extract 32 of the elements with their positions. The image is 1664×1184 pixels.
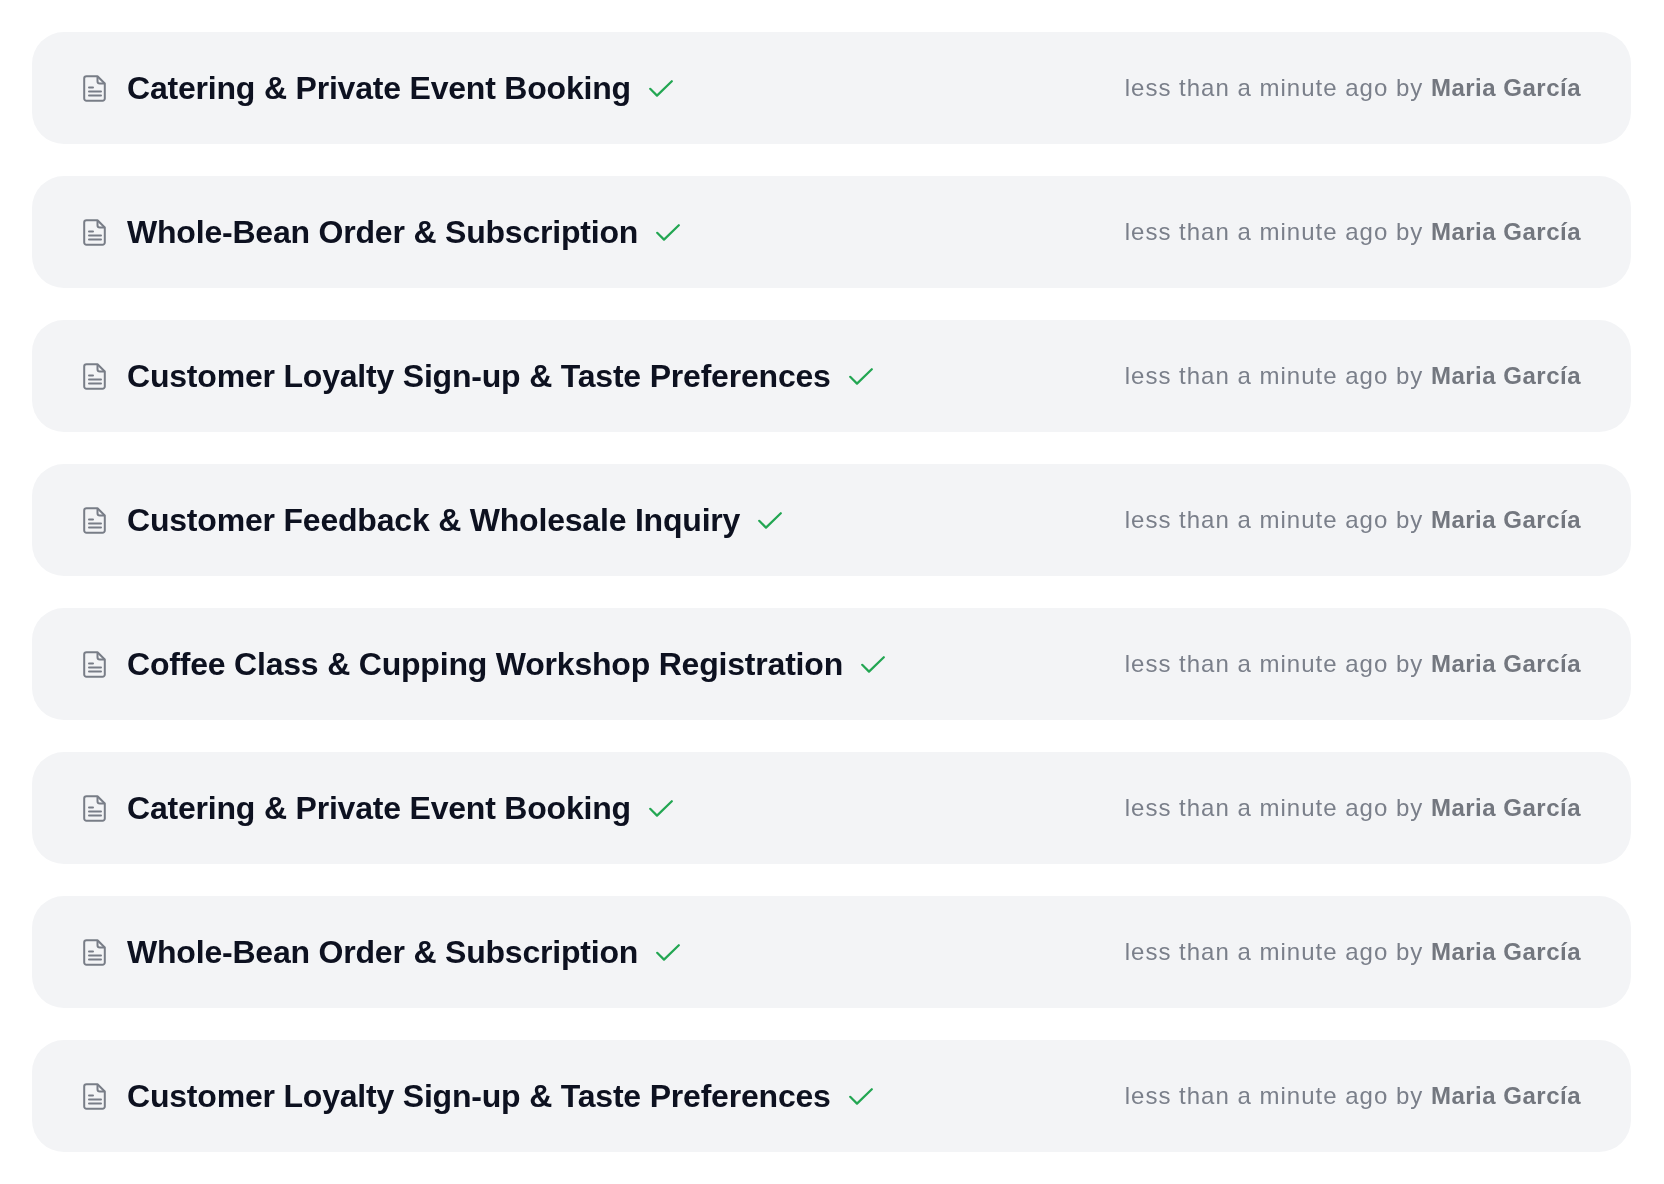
- document-icon: [83, 794, 107, 822]
- form-meta-text: less than a minute ago by Maria García: [1124, 1082, 1581, 1110]
- form-card[interactable]: Catering & Private Event Booking less than a minute ago by Maria García: [32, 752, 1631, 864]
- form-title: Customer Loyalty Sign-up & Taste Preferences: [127, 1077, 831, 1115]
- form-title: Whole-Bean Order & Subscription: [127, 933, 639, 971]
- form-meta-text: less than a minute ago by Maria García: [1124, 938, 1581, 966]
- form-title: Catering & Private Event Booking: [127, 789, 631, 827]
- form-card[interactable]: Customer Loyalty Sign-up & Taste Preferences less than a minute ago by Maria García: [32, 1040, 1631, 1152]
- form-card[interactable]: Customer Feedback & Wholesale Inquiry less than a minute ago by Maria García: [32, 464, 1631, 576]
- form-card[interactable]: Catering & Private Event Booking less than a minute ago by Maria García: [32, 32, 1631, 144]
- form-meta-text: less than a minute ago by Maria García: [1124, 650, 1581, 678]
- form-card[interactable]: Coffee Class & Cupping Workshop Registration less than a minute ago by Maria García: [32, 608, 1631, 720]
- document-icon: [83, 1082, 107, 1110]
- document-icon: [83, 506, 107, 534]
- document-icon: [83, 938, 107, 966]
- document-icon: [83, 650, 107, 678]
- form-card[interactable]: Whole-Bean Order & Subscription less than a minute ago by Maria García: [32, 176, 1631, 288]
- document-icon: [83, 218, 107, 246]
- form-meta-text: less than a minute ago by Maria García: [1124, 362, 1581, 390]
- form-title: Customer Loyalty Sign-up & Taste Preferences: [127, 357, 831, 395]
- form-title: Catering & Private Event Booking: [127, 69, 631, 107]
- document-icon: [83, 362, 107, 390]
- form-card[interactable]: Whole-Bean Order & Subscription less than a minute ago by Maria García: [32, 896, 1631, 1008]
- form-card[interactable]: Customer Loyalty Sign-up & Taste Preferences less than a minute ago by Maria García: [32, 320, 1631, 432]
- form-title: Customer Feedback & Wholesale Inquiry: [127, 501, 741, 539]
- form-meta-text: less than a minute ago by Maria García: [1124, 506, 1581, 534]
- document-icon: [83, 74, 107, 102]
- form-meta-text: less than a minute ago by Maria García: [1124, 794, 1581, 822]
- form-meta-text: less than a minute ago by Maria García: [1124, 218, 1581, 246]
- form-meta-text: less than a minute ago by Maria García: [1124, 74, 1581, 102]
- form-title: Whole-Bean Order & Subscription: [127, 213, 639, 251]
- form-title: Coffee Class & Cupping Workshop Registration: [127, 645, 843, 683]
